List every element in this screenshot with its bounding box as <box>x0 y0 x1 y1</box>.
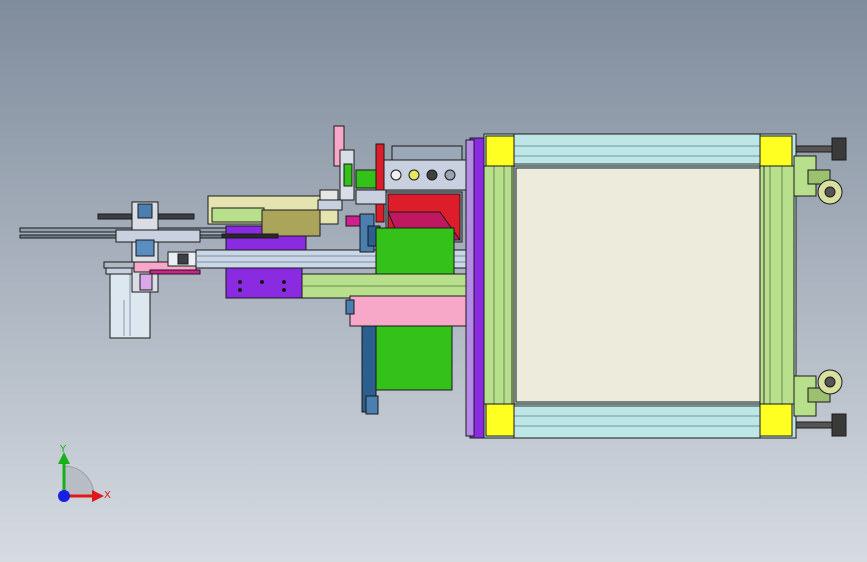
x-axis-label: X <box>104 490 111 501</box>
frame-right-post <box>759 165 795 405</box>
corner-block-bottom-right <box>759 403 793 437</box>
plate-hole <box>408 169 420 181</box>
carriage-lower-block <box>225 267 303 299</box>
main-frame[interactable] <box>483 133 797 439</box>
sensor-green <box>343 163 353 187</box>
plate-hole <box>390 169 402 181</box>
cylinder-clamp <box>221 233 279 239</box>
carriage-bolt <box>260 280 264 284</box>
caster-wheel-hub <box>824 186 836 198</box>
plate-bracket <box>391 145 463 161</box>
pulley-magenta-bracket <box>149 269 201 275</box>
leveling-foot-pad <box>831 413 847 437</box>
caster-wheel-hub <box>824 376 836 388</box>
z-axis-dot <box>58 490 70 502</box>
plate-hole <box>426 169 438 181</box>
upper-plate-grey <box>355 189 387 205</box>
frame-left-post <box>483 165 515 405</box>
small-blue-screw <box>345 299 355 315</box>
leveling-foot-rod <box>795 145 833 153</box>
frame-bottom-beam <box>513 403 761 439</box>
carriage-bolt <box>238 288 242 292</box>
carriage-bolt <box>282 288 286 292</box>
frame-top-beam <box>513 133 761 167</box>
mounting-plate[interactable] <box>465 137 487 439</box>
carriage-bolt <box>238 280 242 284</box>
y-axis-label: Y <box>59 444 67 455</box>
plate-hole <box>444 169 456 181</box>
model-view[interactable]: Y X <box>0 0 867 562</box>
corner-block-bottom-left <box>485 403 515 437</box>
hopper-tip <box>365 395 379 415</box>
cylinder-barrel <box>261 209 321 237</box>
leveling-foot-rod <box>795 421 833 429</box>
leveling-foot-pad <box>831 137 847 161</box>
rail-support-pink <box>349 295 471 327</box>
cylinder-rod-block <box>317 199 343 211</box>
corner-block-top-left <box>485 135 515 167</box>
upper-plate-green <box>355 169 377 189</box>
corner-block-top-right <box>759 135 793 167</box>
pulley-hub-bottom <box>135 239 155 257</box>
pulley-disc <box>115 229 201 243</box>
red-guide-post <box>375 143 385 223</box>
cad-viewport[interactable]: Y X <box>0 0 867 562</box>
carriage-bolt <box>282 280 286 284</box>
pulley-collar <box>139 273 153 291</box>
cylinder-inner-green <box>211 207 265 223</box>
pulley-hub-top <box>137 203 153 219</box>
frame-inner-panel <box>515 167 761 403</box>
tension-knob <box>177 253 189 265</box>
cylinder-fitting <box>319 189 339 201</box>
mounting-plate-face <box>465 139 475 437</box>
